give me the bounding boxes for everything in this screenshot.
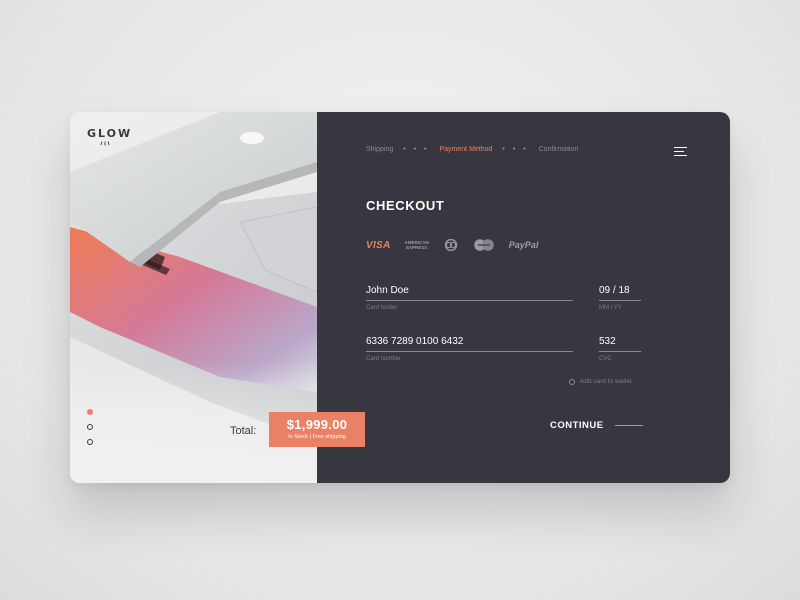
checkout-steps: Shipping • • • Payment Method • • • Conf… <box>366 146 578 153</box>
cvc-input[interactable] <box>599 336 641 352</box>
card-number-field: Card number <box>366 331 573 362</box>
expiry-label: MM / YY <box>599 305 622 311</box>
card-number-label: Card number <box>366 356 402 362</box>
amex-option[interactable]: AMERICAN EXPRESS <box>405 240 429 250</box>
step-confirmation[interactable]: Confirmation <box>539 146 579 153</box>
price-value: $1,999.00 <box>286 417 348 432</box>
slider-dot-3[interactable] <box>87 439 93 445</box>
wallet-label: Add card to wallet <box>580 378 632 385</box>
expiry-input[interactable] <box>599 285 641 301</box>
checkout-card: GLOW Total: $1,999.00 In Stock | Free sh… <box>70 112 730 483</box>
continue-label: CONTINUE <box>550 420 604 431</box>
brand-logo[interactable]: GLOW <box>87 127 132 140</box>
cvc-field: CVC <box>599 331 641 362</box>
stock-note: In Stock | Free shipping <box>288 434 346 440</box>
cvc-label: CVC <box>599 356 612 362</box>
slider-dot-2[interactable] <box>87 424 93 430</box>
payment-brands: VISA AMERICAN EXPRESS PayPal <box>366 239 538 251</box>
diners-club-icon[interactable] <box>443 239 459 251</box>
total-label: Total: <box>230 425 257 437</box>
card-number-input[interactable] <box>366 336 573 352</box>
logo-rays-icon <box>100 141 110 146</box>
add-to-wallet-option[interactable]: Add card to wallet <box>569 378 632 385</box>
card-holder-field: Card holder <box>366 280 573 311</box>
step-payment-method[interactable]: Payment Method <box>440 146 493 153</box>
step-separator: • • • <box>502 146 529 153</box>
slider-dot-1[interactable] <box>87 409 93 415</box>
amex-line2: EXPRESS <box>406 245 428 250</box>
card-holder-label: Card holder <box>366 305 398 311</box>
paypal-option[interactable]: PayPal <box>509 240 539 250</box>
step-shipping[interactable]: Shipping <box>366 146 393 153</box>
card-holder-input[interactable] <box>366 285 573 301</box>
continue-button[interactable]: CONTINUE <box>550 420 643 431</box>
visa-option[interactable]: VISA <box>366 240 391 251</box>
step-separator: • • • <box>403 146 430 153</box>
price-badge: $1,999.00 In Stock | Free shipping <box>269 412 365 447</box>
page-title: CHECKOUT <box>366 198 445 213</box>
wallet-radio[interactable] <box>569 378 575 385</box>
mastercard-icon[interactable] <box>473 239 495 251</box>
payment-panel: Shipping • • • Payment Method • • • Conf… <box>317 112 730 483</box>
expiry-field: MM / YY <box>599 280 641 311</box>
slider-dots <box>87 409 93 454</box>
menu-icon[interactable] <box>674 147 688 157</box>
continue-line <box>614 424 643 427</box>
